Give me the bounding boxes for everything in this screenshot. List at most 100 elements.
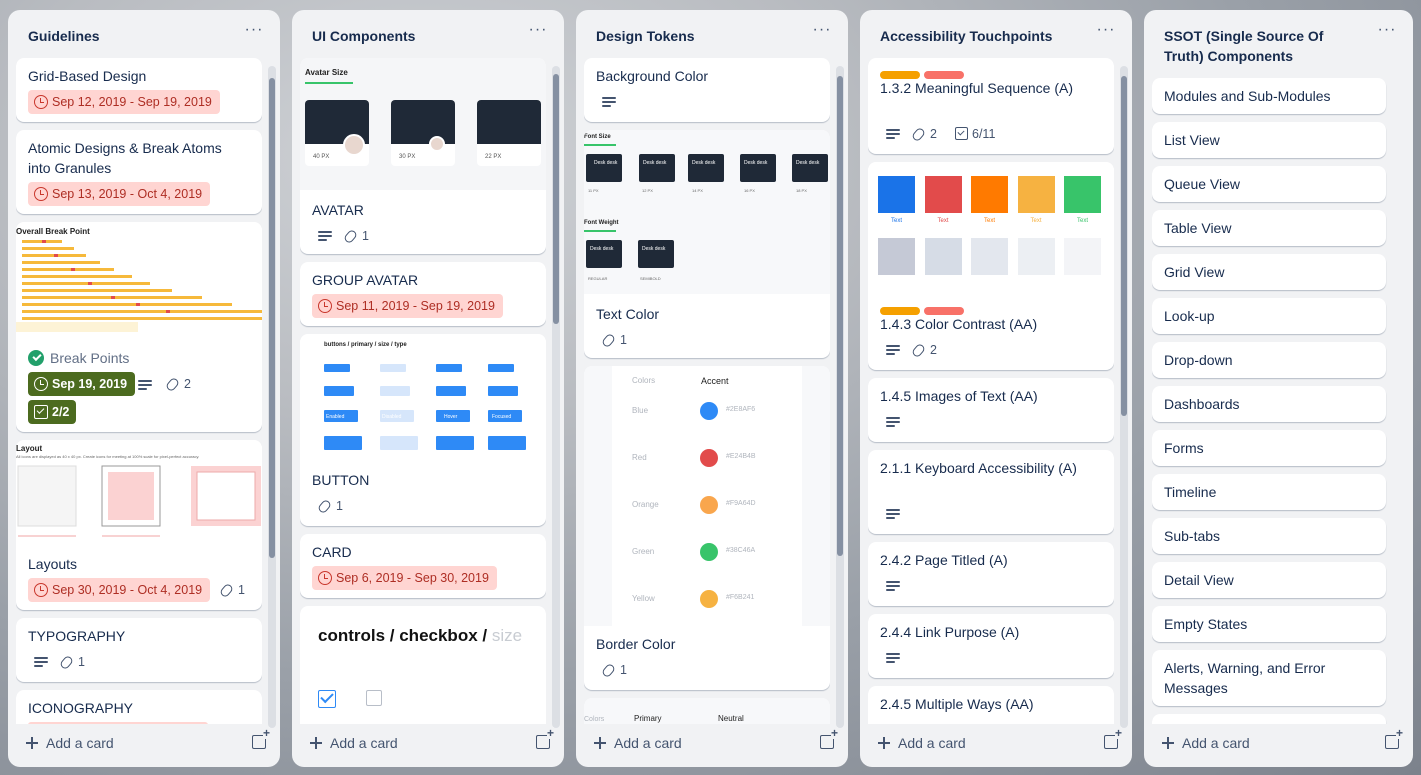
font-sample: Desk desk (792, 154, 828, 182)
card-detail-view[interactable]: Detail View (1152, 562, 1386, 598)
list-ssot-components: SSOT (Single Source Of Truth) Components… (1144, 10, 1413, 767)
due-date-badge[interactable]: Sep 30, 2019 - Oct 4, 2019 (28, 578, 211, 602)
create-from-template-icon[interactable] (1385, 727, 1403, 749)
list-title[interactable]: Design Tokens (576, 10, 848, 56)
create-from-template-icon[interactable] (1104, 727, 1122, 749)
card-button[interactable]: buttons / primary / size / type Enabled … (300, 334, 546, 526)
layout-grids (17, 465, 261, 537)
card-labels[interactable] (880, 302, 968, 315)
description-icon (318, 230, 334, 242)
card-images-of-text[interactable]: 1.4.5 Images of Text (AA) (868, 378, 1114, 442)
card-table-view[interactable]: Table View (1152, 210, 1386, 246)
swatch-hex: #E24B4B (726, 453, 756, 460)
card-atomic-designs[interactable]: Atomic Designs & Break Atoms into Granul… (16, 130, 262, 214)
card-multiple-ways[interactable]: 2.4.5 Multiple Ways (AA) (868, 686, 1114, 724)
button-sample-label: Hover (444, 414, 458, 420)
card-title: Detail View (1164, 572, 1234, 588)
card-forms[interactable]: Forms (1152, 430, 1386, 466)
add-card-button[interactable]: Add a card (592, 733, 682, 753)
create-from-template-icon[interactable] (820, 727, 838, 749)
scrollbar[interactable] (836, 66, 844, 728)
scrollbar[interactable] (268, 66, 276, 728)
card-background-color[interactable]: Background Color (584, 58, 830, 122)
accent-header: Accent (701, 376, 729, 386)
due-date-badge[interactable]: Sep 12, 2019 - Sep 19, 2019 (28, 90, 220, 114)
card-group-avatar[interactable]: GROUP AVATAR Sep 11, 2019 - Sep 19, 2019 (300, 262, 546, 326)
create-from-template-icon[interactable] (252, 727, 270, 749)
card-empty-states[interactable]: Empty States (1152, 606, 1386, 642)
button-sample-label: Disabled (382, 414, 402, 420)
card-text-color[interactable]: Font Size Desk desk Desk desk Desk desk … (584, 130, 830, 358)
description-icon (34, 656, 50, 668)
due-date-badge[interactable]: Sep 13, 2019 - Oct 4, 2019 (28, 182, 211, 206)
description-icon (886, 508, 902, 520)
add-card-button[interactable]: Add a card (24, 733, 114, 753)
card-cover-image: Font Size Desk desk Desk desk Desk desk … (584, 130, 830, 294)
card-cover-image: Colors Accent Blue #2E8AF6 Red #E24B4B Orang… (584, 366, 830, 626)
font-sample: Desk desk (586, 240, 622, 268)
card-page-titled[interactable]: 2.4.2 Page Titled (A) (868, 542, 1114, 606)
list-menu-icon[interactable]: ··· (1375, 22, 1399, 44)
list-title[interactable]: Guidelines (8, 10, 280, 56)
clock-icon (318, 571, 332, 585)
description-icon (886, 416, 902, 428)
attachment-count: 1 (60, 654, 85, 670)
checklist-badge[interactable]: 2/2 (28, 400, 77, 424)
list-menu-icon[interactable]: ··· (810, 22, 834, 44)
font-sample: Desk desk (638, 240, 674, 268)
due-date-badge[interactable]: Sep 11, 2019 - Sep 19, 2019 (312, 294, 503, 318)
card-keyboard-accessibility[interactable]: 2.1.1 Keyboard Accessibility (A) (868, 450, 1114, 534)
card-list-view[interactable]: List View (1152, 122, 1386, 158)
scrollbar[interactable] (1120, 66, 1128, 728)
card-card[interactable]: CARD Sep 6, 2019 - Sep 30, 2019 (300, 534, 546, 598)
card-title: 2.4.5 Multiple Ways (AA) (880, 696, 1034, 712)
list-menu-icon[interactable]: ··· (242, 22, 266, 44)
card-timeline[interactable]: Timeline (1152, 474, 1386, 510)
list-menu-icon[interactable]: ··· (1094, 22, 1118, 44)
font-sample: Desk desk (586, 154, 622, 182)
list-title[interactable]: SSOT (Single Source Of Truth) Components (1144, 10, 1413, 64)
add-card-button[interactable]: Add a card (876, 733, 966, 753)
card-typography[interactable]: TYPOGRAPHY 1 (16, 618, 262, 682)
card-modules[interactable]: Modules and Sub-Modules (1152, 78, 1386, 114)
card-meaningful-sequence[interactable]: 1.3.2 Meaningful Sequence (A) 2 6/11 (868, 58, 1114, 154)
button-sample-label: Enabled (326, 414, 345, 420)
card-look-up[interactable]: Look-up (1152, 298, 1386, 334)
card-title: Grid-Based Design (28, 68, 147, 84)
card-title: List View (1164, 132, 1220, 148)
card-grid-based-design[interactable]: Grid-Based Design Sep 12, 2019 - Sep 19,… (16, 58, 262, 122)
swatch-dot (700, 449, 718, 467)
cover-underline (305, 82, 353, 84)
card-cover-image: Layout All icons are displayed as 40 x 4… (16, 440, 262, 544)
swatch-dot (700, 402, 718, 420)
swatch-name: Green (632, 547, 655, 556)
card-border-color[interactable]: Colors Accent Blue #2E8AF6 Red #E24B4B Orang… (584, 366, 830, 690)
list-title[interactable]: UI Components (292, 10, 564, 56)
card-color-contrast[interactable]: Text Text Text Text Text 1.4.3 Color Contras… (868, 162, 1114, 370)
add-card-button[interactable]: Add a card (308, 733, 398, 753)
card-iconography[interactable]: ICONOGRAPHY (16, 690, 262, 724)
card-sub-tabs[interactable]: Sub-tabs (1152, 518, 1386, 554)
checkbox-empty-icon (366, 690, 382, 706)
card-drop-down[interactable]: Drop-down (1152, 342, 1386, 378)
due-date-badge-complete[interactable]: Sep 19, 2019 (28, 372, 136, 396)
clock-icon (318, 299, 332, 313)
card-layouts[interactable]: Layout All icons are displayed as 40 x 4… (16, 440, 262, 610)
add-card-button[interactable]: Add a card (1160, 733, 1250, 753)
card-avatar[interactable]: Avatar Size 40 PX 30 PX 22 PX AVATAR 1 (300, 58, 546, 254)
due-date-badge[interactable]: Sep 6, 2019 - Sep 30, 2019 (312, 566, 497, 590)
card-alerts[interactable]: Alerts, Warning, and Error Messages (1152, 650, 1386, 706)
card-grid-view[interactable]: Grid View (1152, 254, 1386, 290)
card-break-points[interactable]: Overall Break Point Break Points Sep 19,… (16, 222, 262, 432)
list-menu-icon[interactable]: ··· (526, 22, 550, 44)
card-controls-checkbox[interactable]: controls / checkbox / size (300, 606, 546, 724)
card-dashboards[interactable]: Dashboards (1152, 386, 1386, 422)
list-title[interactable]: Accessibility Touchpoints (860, 10, 1132, 56)
card-link-purpose[interactable]: 2.4.4 Link Purpose (A) (868, 614, 1114, 678)
cover-title: Font Weight (584, 220, 619, 226)
card-cover-image: Overall Break Point (16, 222, 262, 334)
create-from-template-icon[interactable] (536, 727, 554, 749)
scrollbar[interactable] (552, 66, 560, 728)
card-queue-view[interactable]: Queue View (1152, 166, 1386, 202)
card-labels[interactable] (880, 66, 968, 79)
